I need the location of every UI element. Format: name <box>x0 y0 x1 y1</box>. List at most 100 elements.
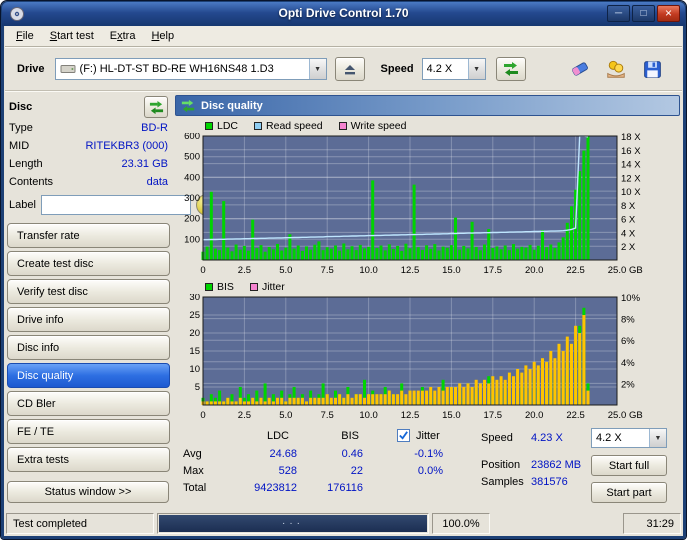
svg-text:300: 300 <box>184 193 200 204</box>
start-full-button[interactable]: Start full <box>591 455 667 476</box>
chevron-down-icon[interactable]: ▼ <box>649 429 666 447</box>
speed-label: Speed <box>381 63 414 75</box>
svg-text:4 X: 4 X <box>621 228 636 239</box>
sidebar-item-cd-bler[interactable]: CD Bler <box>7 391 170 416</box>
drive-select-value: (F:) HL-DT-ST BD-RE WH16NS48 1.D3 <box>80 63 274 75</box>
read-speed-legend-swatch <box>254 122 262 130</box>
progress-percent: 100.0% <box>432 513 490 534</box>
progress-bar: ··· <box>157 513 429 534</box>
status-window-button[interactable]: Status window >> <box>7 481 169 503</box>
sidebar-item-extra-tests[interactable]: Extra tests <box>7 447 170 472</box>
close-button[interactable]: × <box>657 5 680 22</box>
position-stat-label: Position <box>481 459 520 471</box>
svg-text:5.0: 5.0 <box>279 410 292 421</box>
maximize-button[interactable]: □ <box>632 5 655 22</box>
svg-text:25: 25 <box>189 310 200 321</box>
svg-text:12 X: 12 X <box>621 173 641 184</box>
license-button[interactable] <box>602 56 630 82</box>
minimize-button[interactable]: ─ <box>607 5 630 22</box>
eject-button[interactable] <box>335 57 365 81</box>
legend-label: Read speed <box>266 120 323 132</box>
max-jitter-value: 0.0% <box>393 465 443 477</box>
app-window: Opti Drive Control 1.70 ─ □ × File Start… <box>0 0 687 540</box>
sidebar-item-fe-te[interactable]: FE / TE <box>7 419 170 444</box>
svg-text:500: 500 <box>184 152 200 163</box>
section-title: Disc quality <box>201 100 263 112</box>
svg-text:15: 15 <box>189 346 200 357</box>
speed-select[interactable]: 4.2 X ▼ <box>422 58 486 80</box>
status-bar: Test completed ··· 100.0% 31:29 <box>6 513 681 534</box>
svg-text:10%: 10% <box>621 294 641 304</box>
sidebar-item-verify-test-disc[interactable]: Verify test disc <box>7 279 170 304</box>
ldc-legend-swatch <box>205 122 213 130</box>
legend-label: LDC <box>217 120 238 132</box>
window-title: Opti Drive Control 1.70 <box>2 6 685 20</box>
avg-ldc-value: 24.68 <box>215 448 297 460</box>
jitter-legend-swatch <box>250 283 258 291</box>
elapsed-time: 31:29 <box>623 513 681 534</box>
hand-coins-icon <box>605 58 627 80</box>
svg-text:22.5: 22.5 <box>566 265 585 276</box>
sidebar-item-create-test-disc[interactable]: Create test disc <box>7 251 170 276</box>
svg-text:2.5: 2.5 <box>238 410 251 421</box>
svg-text:10 X: 10 X <box>621 187 641 198</box>
jitter-checkbox[interactable] <box>397 429 410 442</box>
svg-text:600: 600 <box>184 133 200 142</box>
svg-text:15.0: 15.0 <box>442 410 461 421</box>
info-value: RITEKBR3 (000) <box>85 140 168 152</box>
refresh-arrows-icon <box>503 61 519 77</box>
title-bar[interactable]: Opti Drive Control 1.70 ─ □ × <box>2 2 685 26</box>
max-ldc-value: 528 <box>215 465 297 477</box>
svg-text:25.0: 25.0 <box>608 265 627 276</box>
svg-text:0: 0 <box>200 265 205 276</box>
erase-disc-button[interactable] <box>566 56 594 82</box>
chevron-down-icon[interactable]: ▼ <box>309 59 326 79</box>
disc-header-title: Disc <box>9 101 32 113</box>
info-row-length: Length 23.31 GB <box>7 155 170 173</box>
jitter-checkbox-label: Jitter <box>416 430 440 442</box>
sidebar-item-disc-quality[interactable]: Disc quality <box>7 363 170 388</box>
refresh-arrows-icon <box>181 99 195 113</box>
save-button[interactable] <box>638 56 666 82</box>
total-ldc-value: 9423812 <box>215 482 297 494</box>
svg-text:18 X: 18 X <box>621 133 641 143</box>
menu-help[interactable]: Help <box>143 27 182 45</box>
svg-text:2.5: 2.5 <box>238 265 251 276</box>
start-part-button[interactable]: Start part <box>591 482 667 503</box>
total-bis-value: 176116 <box>307 482 363 494</box>
status-message: Test completed <box>6 513 154 534</box>
avg-row-label: Avg <box>183 448 202 460</box>
refresh-button[interactable] <box>496 57 526 81</box>
info-row-contents: Contents data <box>7 173 170 191</box>
chevron-down-icon[interactable]: ▼ <box>468 59 485 79</box>
svg-text:10.0: 10.0 <box>359 265 378 276</box>
info-label: MID <box>9 140 29 152</box>
menu-extra[interactable]: Extra <box>102 27 144 45</box>
svg-text:14 X: 14 X <box>621 160 641 171</box>
svg-text:12.5: 12.5 <box>401 265 420 276</box>
svg-text:12.5: 12.5 <box>401 410 420 421</box>
test-speed-select-value: 4.2 X <box>596 432 622 444</box>
avg-bis-value: 0.46 <box>307 448 363 460</box>
svg-text:22.5: 22.5 <box>566 410 585 421</box>
ldc-column-header: LDC <box>215 430 289 442</box>
disc-refresh-button[interactable] <box>144 96 168 118</box>
test-speed-select[interactable]: 4.2 X ▼ <box>591 428 667 448</box>
drive-select[interactable]: (F:) HL-DT-ST BD-RE WH16NS48 1.D3 ▼ <box>55 58 327 80</box>
svg-text:400: 400 <box>184 172 200 183</box>
label-input[interactable] <box>41 195 191 215</box>
menu-start-test[interactable]: Start test <box>42 27 102 45</box>
speed-stat-label: Speed <box>481 432 513 444</box>
sidebar-item-disc-info[interactable]: Disc info <box>7 335 170 360</box>
floppy-disk-icon <box>642 59 663 80</box>
menu-file[interactable]: File <box>8 27 42 45</box>
checkmark-icon <box>398 430 409 441</box>
info-label: Contents <box>9 176 53 188</box>
sidebar-item-transfer-rate[interactable]: Transfer rate <box>7 223 170 248</box>
sidebar-item-drive-info[interactable]: Drive info <box>7 307 170 332</box>
svg-text:4%: 4% <box>621 358 635 369</box>
sidebar-nav: Transfer rate Create test disc Verify te… <box>7 223 170 472</box>
menu-bar: File Start test Extra Help <box>5 26 682 47</box>
bis-column-header: BIS <box>307 430 359 442</box>
svg-text:16 X: 16 X <box>621 146 641 157</box>
